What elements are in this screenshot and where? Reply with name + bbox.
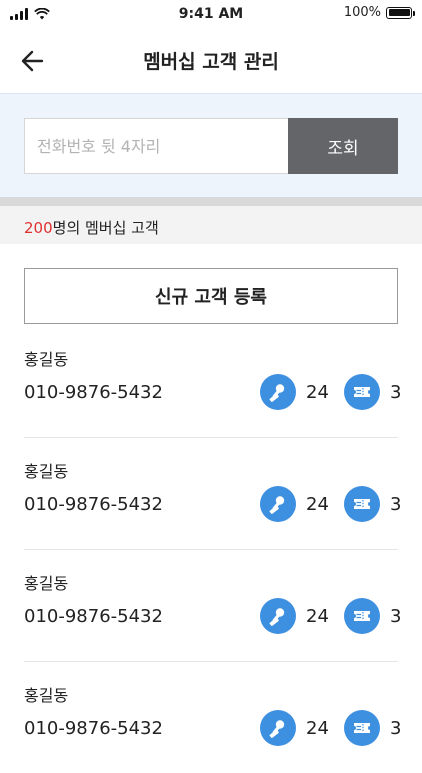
coupon-count-value: 3 (390, 493, 402, 515)
header: 멤버십 고객 관리 (0, 30, 422, 92)
customer-name: 홍길동 (24, 574, 69, 593)
battery-status: 100% (343, 5, 415, 20)
customer-count-number: 200 (24, 219, 53, 237)
battery-icon (386, 6, 415, 19)
stamp-count-value: 24 (306, 493, 329, 515)
search-area: 조회 (0, 93, 422, 198)
customer-name: 홍길동 (24, 350, 69, 369)
customer-count-label: 명의 멤버십 고객 (52, 219, 159, 237)
customer-item[interactable]: 홍길동 010-9876-5432 24 3 (24, 326, 401, 438)
customer-phone: 010-9876-5432 (24, 718, 163, 739)
coupon-count: 3 (344, 374, 401, 410)
coupon-count-value: 3 (390, 381, 402, 403)
stamp-count: 24 (260, 486, 329, 522)
coupon-count: 3 (344, 710, 401, 746)
stamp-icon (260, 486, 296, 522)
register-customer-button[interactable]: 신규 고객 등록 (24, 268, 398, 324)
coupon-icon (344, 710, 380, 746)
stamp-icon (260, 374, 296, 410)
divider (0, 197, 422, 206)
stamp-icon (260, 598, 296, 634)
coupon-icon (344, 374, 380, 410)
stamp-count: 24 (260, 374, 329, 410)
customer-count-bar: 200명의 멤버십 고객 (0, 206, 422, 244)
customer-phone: 010-9876-5432 (24, 382, 163, 403)
stamp-count: 24 (260, 710, 329, 746)
coupon-count-value: 3 (390, 717, 402, 739)
coupon-icon (344, 486, 380, 522)
status-bar: 9:41 AM 100% (0, 0, 422, 30)
stamp-count: 24 (260, 598, 329, 634)
customer-phone: 010-9876-5432 (24, 606, 163, 627)
phone-search-input[interactable] (24, 118, 288, 174)
stamp-count-value: 24 (306, 605, 329, 627)
stamp-count-value: 24 (306, 381, 329, 403)
customer-count: 200명의 멤버십 고객 (24, 217, 159, 238)
customer-item[interactable]: 홍길동 010-9876-5432 24 3 (24, 438, 401, 550)
coupon-count: 3 (344, 486, 401, 522)
customer-item[interactable]: 홍길동 010-9876-5432 24 3 (24, 662, 401, 773)
stamp-count-value: 24 (306, 717, 329, 739)
battery-percent: 100% (343, 5, 381, 20)
customer-list: 홍길동 010-9876-5432 24 3 홍길동 010-9876-5432… (0, 326, 422, 773)
coupon-count-value: 3 (390, 605, 402, 627)
search-button[interactable]: 조회 (288, 118, 398, 174)
customer-name: 홍길동 (24, 462, 69, 481)
coupon-count: 3 (344, 598, 401, 634)
coupon-icon (344, 598, 380, 634)
customer-name: 홍길동 (24, 686, 69, 705)
customer-phone: 010-9876-5432 (24, 494, 163, 515)
stamp-icon (260, 710, 296, 746)
customer-item[interactable]: 홍길동 010-9876-5432 24 3 (24, 550, 401, 662)
page-title: 멤버십 고객 관리 (143, 51, 279, 73)
